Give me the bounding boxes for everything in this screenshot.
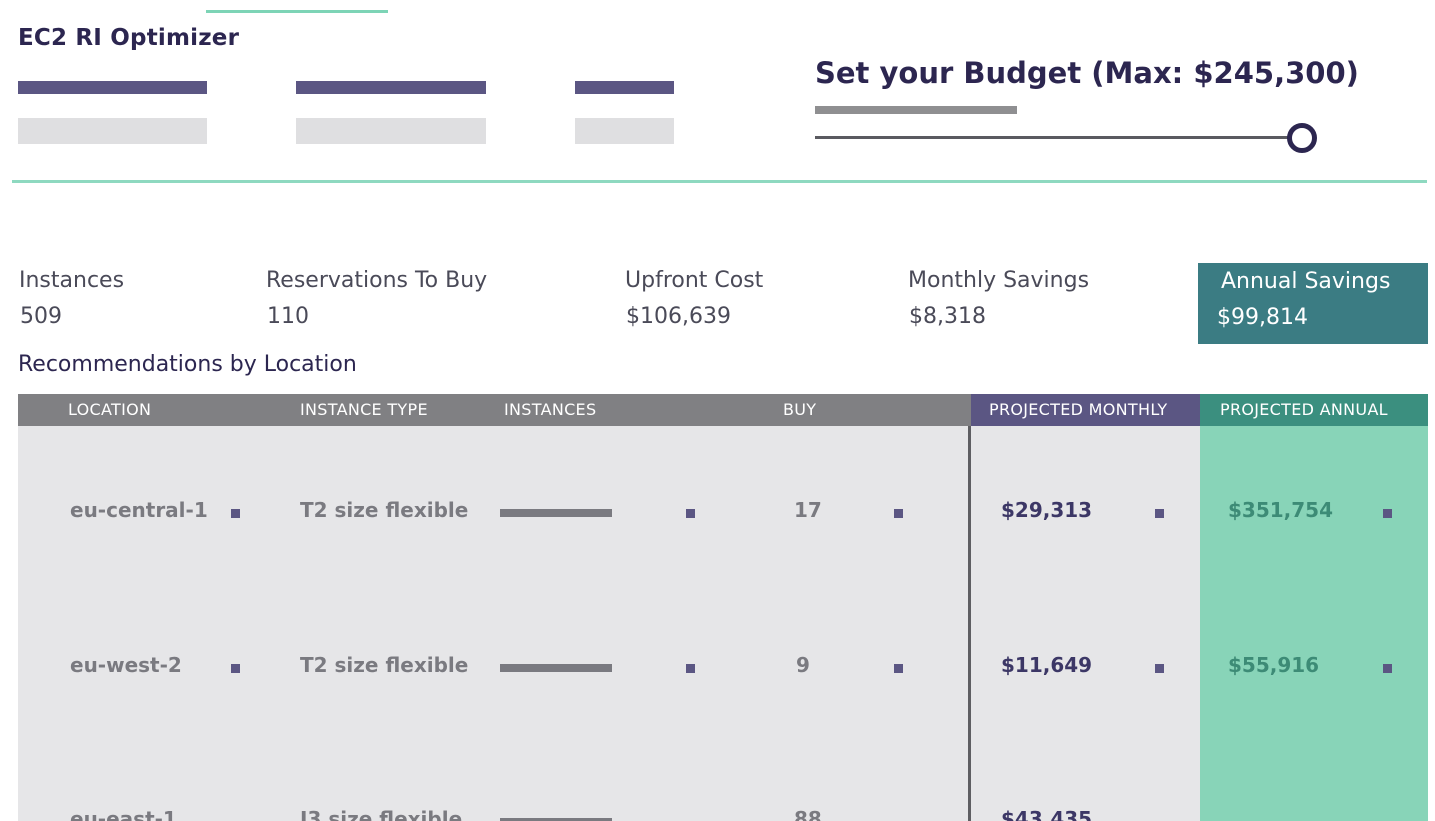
metric-label: Reservations To Buy	[266, 268, 488, 293]
column-header-instances[interactable]: INSTANCES	[504, 394, 596, 426]
metric-label: Annual Savings	[1221, 269, 1391, 294]
metric-monthly-savings: Monthly Savings $8,318	[908, 262, 1188, 342]
cell-projected-monthly: $11,649	[1001, 653, 1093, 677]
monthly-handle[interactable]	[1155, 509, 1164, 518]
active-tab-indicator	[206, 10, 388, 13]
budget-title: Set your Budget (Max: $245,300)	[815, 56, 1359, 90]
cell-buy: 88	[794, 807, 822, 821]
annual-handle[interactable]	[1383, 664, 1392, 673]
buy-handle[interactable]	[894, 664, 903, 673]
projected-annual-column	[1200, 426, 1428, 821]
filter-select-placeholder[interactable]	[575, 118, 674, 144]
table-row: eu-central-1 T2 size flexible 17 $29,313…	[0, 496, 1435, 528]
column-header-projected-annual[interactable]: PROJECTED ANNUAL	[1200, 394, 1428, 426]
instances-bar	[500, 664, 612, 672]
budget-value-placeholder	[815, 106, 1017, 114]
filter-label-placeholder	[575, 81, 674, 94]
monthly-handle[interactable]	[1155, 664, 1164, 673]
metric-value: $8,318	[909, 304, 986, 329]
column-header-location[interactable]: LOCATION	[68, 394, 151, 426]
metric-value: $106,639	[626, 304, 731, 329]
buy-handle[interactable]	[894, 509, 903, 518]
instances-handle[interactable]	[686, 664, 695, 673]
location-sort-handle[interactable]	[231, 664, 240, 673]
metric-annual-savings: Annual Savings $99,814	[1198, 263, 1428, 344]
cell-instance-type: I3 size flexible	[300, 807, 463, 821]
instances-handle[interactable]	[686, 509, 695, 518]
cell-location: eu-central-1	[70, 498, 208, 522]
cell-instance-type: T2 size flexible	[300, 498, 469, 522]
metric-value: 110	[267, 304, 309, 329]
table-row: eu-east-1 I3 size flexible 88 $43,435	[0, 805, 1435, 821]
cell-location: eu-east-1	[70, 807, 177, 821]
metric-reservations-to-buy: Reservations To Buy 110	[266, 262, 546, 342]
table-row: eu-west-2 T2 size flexible 9 $11,649 $55…	[0, 651, 1435, 683]
metric-label: Instances	[19, 268, 125, 293]
filter-label-placeholder	[18, 81, 207, 94]
metric-label: Monthly Savings	[908, 268, 1090, 293]
filter-label-placeholder	[296, 81, 486, 94]
metric-upfront-cost: Upfront Cost $106,639	[625, 262, 905, 342]
instances-bar	[500, 509, 612, 517]
filter-select-placeholder[interactable]	[296, 118, 486, 144]
metric-label: Upfront Cost	[625, 268, 764, 293]
column-header-instance-type[interactable]: INSTANCE TYPE	[300, 394, 428, 426]
cell-location: eu-west-2	[70, 653, 182, 677]
cell-instance-type: T2 size flexible	[300, 653, 469, 677]
cell-projected-annual: $351,754	[1228, 498, 1334, 522]
budget-slider-handle[interactable]	[1287, 123, 1317, 153]
table-body	[18, 426, 971, 821]
column-header-projected-monthly[interactable]: PROJECTED MONTHLY	[971, 394, 1200, 426]
header-divider	[12, 180, 1427, 183]
annual-handle[interactable]	[1383, 509, 1392, 518]
cell-projected-monthly: $29,313	[1001, 498, 1093, 522]
metric-instances: Instances 509	[19, 262, 299, 342]
budget-slider-track[interactable]	[815, 136, 1305, 139]
metric-value: 509	[20, 304, 62, 329]
table-header: LOCATION INSTANCE TYPE INSTANCES BUY PRO…	[18, 394, 1428, 426]
column-header-label: PROJECTED MONTHLY	[989, 400, 1168, 419]
metric-value: $99,814	[1217, 305, 1308, 330]
cell-projected-monthly: $43,435	[1001, 807, 1093, 821]
filter-select-placeholder[interactable]	[18, 118, 207, 144]
projected-monthly-column	[971, 426, 1200, 821]
column-header-buy[interactable]: BUY	[783, 394, 816, 426]
cell-projected-annual: $55,916	[1228, 653, 1320, 677]
cell-buy: 9	[796, 653, 810, 677]
app-title: EC2 RI Optimizer	[18, 25, 240, 51]
location-sort-handle[interactable]	[231, 509, 240, 518]
recommendations-title: Recommendations by Location	[18, 352, 357, 377]
column-header-label: PROJECTED ANNUAL	[1220, 400, 1388, 419]
cell-buy: 17	[794, 498, 822, 522]
